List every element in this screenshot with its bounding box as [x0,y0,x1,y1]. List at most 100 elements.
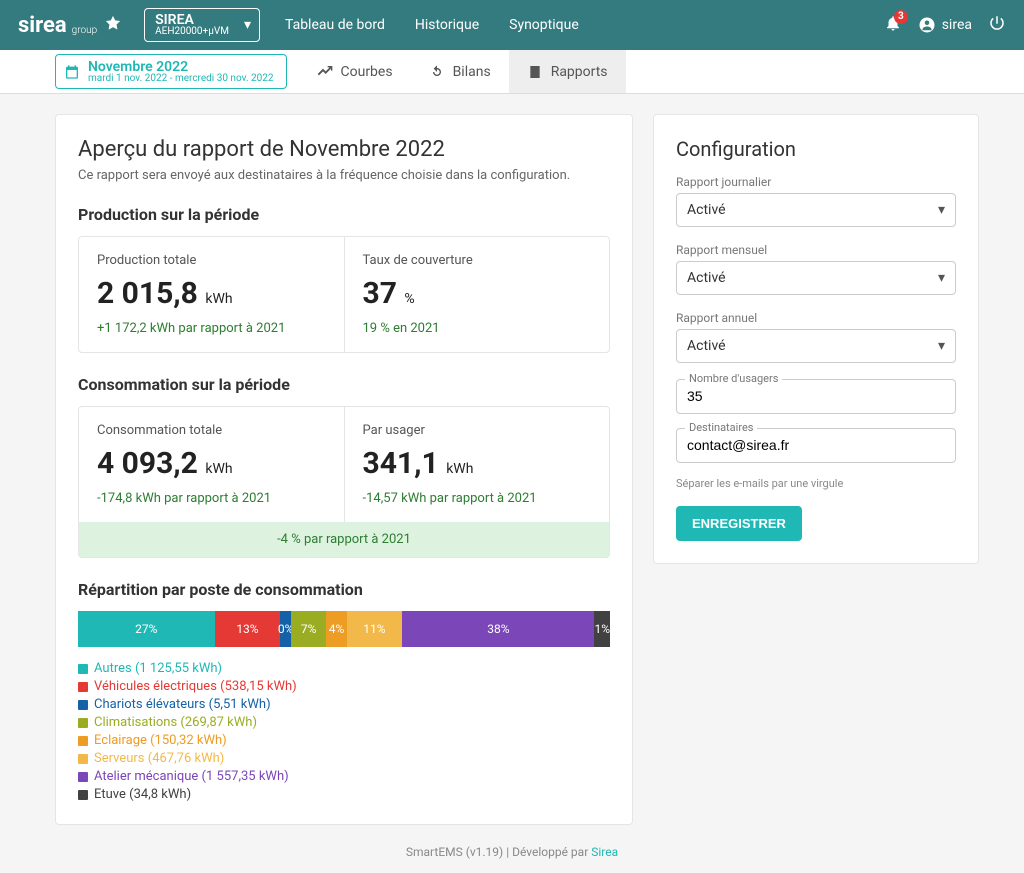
daily-select[interactable]: Activé [676,193,956,227]
config-panel: Configuration Rapport journalier Activé … [653,114,979,564]
overall-diff-banner: -4 % par rapport à 2021 [79,522,609,557]
consumption-heading: Consommation sur la période [78,375,610,394]
site-selector[interactable]: SIREA AEH20000+μVM ▾ [144,8,260,42]
monthly-label: Rapport mensuel [676,243,956,257]
seg-chariots: 0% [280,611,291,647]
main-nav: Tableau de bord Historique Synoptique [285,17,579,33]
tab-curves[interactable]: Courbes [299,50,411,93]
legend-label: Autres (1 125,55 kWh) [94,661,222,676]
user-icon [918,16,936,34]
card-label: Par usager [363,423,592,438]
fieldset-label: Destinataires [685,421,757,434]
nav-history[interactable]: Historique [415,17,479,33]
card-consumption-total: Consommation totale 4 093,2 kWh -174,8 k… [79,407,344,522]
select-value: Activé [687,202,726,218]
footer-link[interactable]: Sirea [591,845,618,859]
breakdown-chart: 27% 13% 0% 7% 4% 11% 38% 1% [78,611,610,647]
seg-etuve: 1% [594,611,610,647]
tab-label: Courbes [341,64,393,80]
users-input[interactable] [687,388,945,404]
legend-label: Atelier mécanique (1 557,35 kWh) [94,769,289,784]
card-production-total: Production totale 2 015,8 kWh +1 172,2 k… [79,237,344,352]
report-icon [527,64,543,80]
recipients-fieldset: Destinataires [676,428,956,463]
refresh-icon [429,64,445,80]
notifications-button[interactable]: 3 [884,14,902,36]
select-value: Activé [687,338,726,354]
legend-label: Climatisations (269,87 kWh) [94,715,257,730]
card-label: Production totale [97,253,326,268]
main-content: Aperçu du rapport de Novembre 2022 Ce ra… [0,94,1024,835]
footer: SmartEMS (v1.19) | Développé par Sirea [0,835,1024,873]
report-subtitle: Ce rapport sera envoyé aux destinataires… [78,168,610,183]
brand-sub: group [72,25,97,36]
power-button[interactable] [988,14,1006,36]
seg-autres: 27% [78,611,215,647]
breakdown-legend: Autres (1 125,55 kWh) Véhicules électriq… [78,661,610,802]
legend-label: Serveurs (467,76 kWh) [94,751,224,766]
view-tabs: Courbes Bilans Rapports [299,50,626,93]
annual-select[interactable]: Activé [676,329,956,363]
card-label: Consommation totale [97,423,326,438]
config-title: Configuration [676,137,956,161]
card-diff: +1 172,2 kWh par rapport à 2021 [97,321,326,336]
nav-dashboard[interactable]: Tableau de bord [285,17,385,33]
seg-eclairage: 4% [326,611,346,647]
legend-item: Eclairage (150,32 kWh) [78,733,610,748]
report-title: Aperçu du rapport de Novembre 2022 [78,137,610,162]
monthly-select[interactable]: Activé [676,261,956,295]
swatch-icon [78,772,88,782]
legend-item: Véhicules électriques (538,15 kWh) [78,679,610,694]
card-per-user: Par usager 341,1 kWh -14,57 kWh par rapp… [344,407,610,522]
legend-label: Eclairage (150,32 kWh) [94,733,227,748]
tab-reports[interactable]: Rapports [509,50,626,93]
seg-vehicules: 13% [215,611,281,647]
calendar-icon [64,64,80,80]
legend-item: Chariots élévateurs (5,51 kWh) [78,697,610,712]
brand-main: sirea [18,13,67,38]
production-cards: Production totale 2 015,8 kWh +1 172,2 k… [78,236,610,353]
card-value: 4 093,2 kWh [97,446,326,481]
card-value: 2 015,8 kWh [97,276,326,311]
date-title: Novembre 2022 [88,60,274,74]
secondary-bar: Novembre 2022 mardi 1 nov. 2022 - mercre… [0,50,1024,94]
seg-clim: 7% [291,611,326,647]
footer-text: SmartEMS (v1.19) | Développé par [406,845,591,859]
card-label: Taux de couverture [363,253,592,268]
legend-label: Véhicules électriques (538,15 kWh) [94,679,297,694]
brand-logo[interactable]: sirea group [18,13,124,38]
power-icon [988,14,1006,32]
tab-label: Bilans [453,64,491,80]
daily-label: Rapport journalier [676,175,956,189]
swatch-icon [78,754,88,764]
user-menu[interactable]: sirea [918,16,972,34]
legend-item: Serveurs (467,76 kWh) [78,751,610,766]
consumption-cards: Consommation totale 4 093,2 kWh -174,8 k… [78,406,610,558]
card-coverage: Taux de couverture 37 % 19 % en 2021 [344,237,610,352]
swatch-icon [78,700,88,710]
card-diff: 19 % en 2021 [363,321,592,336]
production-heading: Production sur la période [78,205,610,224]
legend-item: Atelier mécanique (1 557,35 kWh) [78,769,610,784]
username: sirea [942,17,972,33]
legend-item: Autres (1 125,55 kWh) [78,661,610,676]
caret-down-icon: ▾ [244,17,251,33]
recipients-input[interactable] [687,437,945,453]
legend-label: Etuve (34,8 kWh) [94,787,191,802]
topbar: sirea group SIREA AEH20000+μVM ▾ Tableau… [0,0,1024,50]
tab-label: Rapports [551,64,608,80]
annual-label: Rapport annuel [676,311,956,325]
legend-item: Etuve (34,8 kWh) [78,787,610,802]
site-sub: AEH20000+μVM [155,27,229,37]
fieldset-label: Nombre d'usagers [685,372,782,385]
breakdown-heading: Répartition par poste de consommation [78,580,610,599]
tab-balances[interactable]: Bilans [411,50,509,93]
card-diff: -174,8 kWh par rapport à 2021 [97,491,326,506]
nav-synoptic[interactable]: Synoptique [509,17,579,33]
date-range: mardi 1 nov. 2022 - mercredi 30 nov. 202… [88,74,274,84]
recipients-hint: Séparer les e-mails par une virgule [676,477,956,490]
save-button[interactable]: ENREGISTRER [676,506,802,541]
date-range-picker[interactable]: Novembre 2022 mardi 1 nov. 2022 - mercre… [55,54,287,89]
chart-line-icon [317,64,333,80]
swatch-icon [78,664,88,674]
